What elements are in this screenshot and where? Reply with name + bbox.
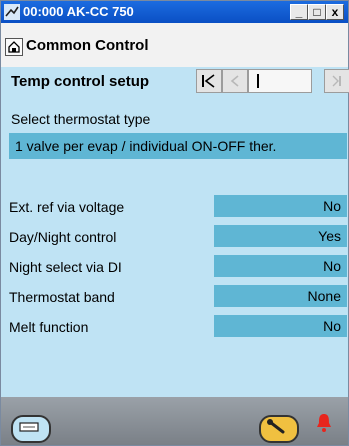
section-title: Temp control setup [11, 73, 150, 90]
first-page-button[interactable] [196, 69, 222, 93]
param-row-thermostat-band: Thermostat band None [1, 285, 348, 309]
maximize-button[interactable]: □ [308, 4, 326, 20]
param-label: Melt function [9, 319, 89, 335]
thermostat-type-value[interactable]: 1 valve per evap / individual ON-OFF the… [9, 133, 347, 159]
slider-handle-icon [257, 74, 259, 88]
home-icon [8, 41, 20, 53]
param-value[interactable]: No [214, 315, 347, 337]
service-button[interactable] [259, 415, 299, 443]
home-button[interactable] [5, 38, 23, 56]
alarm-bell-icon[interactable] [314, 411, 334, 435]
param-row-night-select: Night select via DI No [1, 255, 348, 279]
window-title: 00:000 AK-CC 750 [23, 4, 134, 19]
param-row-ext-ref: Ext. ref via voltage No [1, 195, 348, 219]
param-label: Night select via DI [9, 259, 122, 275]
first-page-icon [202, 74, 215, 88]
title-bar: 00:000 AK-CC 750 _ □ x [1, 1, 348, 23]
param-label: Ext. ref via voltage [9, 199, 125, 215]
keyboard-icon [19, 422, 39, 432]
keyboard-button[interactable] [11, 415, 51, 443]
param-value[interactable]: No [214, 255, 347, 277]
param-value[interactable]: None [214, 285, 347, 307]
minimize-button[interactable]: _ [290, 4, 308, 20]
app-icon [4, 4, 20, 20]
wrench-icon [267, 419, 285, 434]
previous-page-button[interactable] [222, 69, 248, 93]
page-title: Common Control [26, 37, 149, 54]
last-page-icon [332, 75, 341, 87]
param-row-melt-function: Melt function No [1, 315, 348, 339]
page-slider[interactable] [248, 69, 312, 93]
param-label: Day/Night control [9, 229, 117, 245]
app-window: 00:000 AK-CC 750 _ □ x Common Control Te… [0, 0, 349, 446]
close-button[interactable]: x [326, 4, 344, 20]
previous-page-icon [230, 75, 239, 87]
param-row-day-night: Day/Night control Yes [1, 225, 348, 249]
last-page-button[interactable] [324, 69, 349, 93]
thermostat-type-label: Select thermostat type [11, 111, 151, 127]
param-label: Thermostat band [9, 289, 115, 305]
param-value[interactable]: Yes [214, 225, 347, 247]
param-value[interactable]: No [214, 195, 347, 217]
